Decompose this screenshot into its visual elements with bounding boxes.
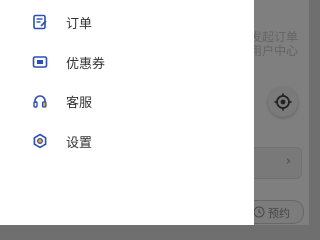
drawer-item-label: 优惠券 — [66, 57, 106, 72]
drawer-item-label: 订单 — [66, 17, 93, 32]
settings-icon — [33, 133, 47, 149]
drawer-item-coupons[interactable]: 优惠券 — [32, 51, 232, 73]
headset-icon — [33, 95, 47, 108]
drawer-item-support[interactable]: 客服 — [32, 90, 232, 112]
coupon-icon — [32, 56, 48, 68]
side-drawer: 订单 优惠券 客服 设置 — [0, 0, 254, 225]
order-icon — [33, 14, 47, 30]
drawer-item-orders[interactable]: 订单 — [32, 11, 232, 33]
drawer-item-label: 设置 — [66, 136, 93, 151]
drawer-item-label: 客服 — [66, 96, 93, 111]
drawer-item-settings[interactable]: 设置 — [32, 130, 232, 152]
